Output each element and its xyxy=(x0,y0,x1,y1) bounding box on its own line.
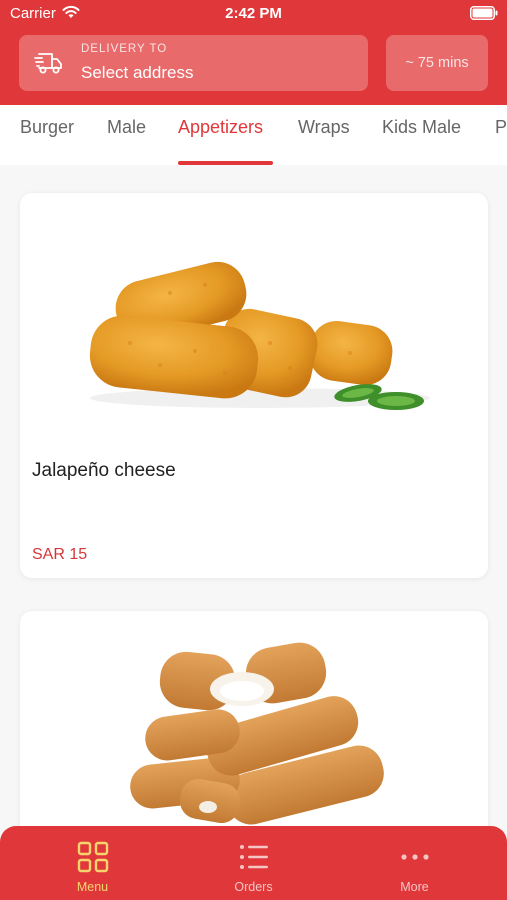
tab-kids-male[interactable]: Kids Male xyxy=(382,117,461,138)
nav-menu[interactable]: Menu xyxy=(8,826,177,900)
battery-icon xyxy=(470,6,498,20)
active-tab-indicator xyxy=(178,161,273,165)
product-name: Jalapeño cheese xyxy=(32,460,176,481)
product-card[interactable]: Jalapeño cheese SAR 15 xyxy=(20,193,488,578)
product-card[interactable] xyxy=(20,611,488,851)
nav-menu-label: Menu xyxy=(76,880,109,894)
tab-appetizers[interactable]: Appetizers xyxy=(178,117,263,138)
nav-more[interactable]: More xyxy=(330,826,499,900)
product-price: SAR 15 xyxy=(32,546,88,563)
more-dots-icon xyxy=(401,854,429,860)
delivery-caption: DELIVERY TO xyxy=(81,43,168,55)
eta-label: ~ 75 mins xyxy=(405,55,469,71)
grid-icon xyxy=(77,841,109,873)
address-value: Select address xyxy=(81,63,194,82)
nav-more-label: More xyxy=(400,880,429,894)
nav-orders[interactable]: Orders xyxy=(169,826,338,900)
tab-male[interactable]: Male xyxy=(107,117,146,138)
nav-orders-label: Orders xyxy=(234,880,273,894)
mozzarella-sticks-image xyxy=(130,642,384,825)
category-tabs: Burger Male Appetizers Wraps Kids Male P xyxy=(0,105,507,165)
tab-burger[interactable]: Burger xyxy=(20,117,74,138)
list-icon xyxy=(240,845,268,869)
truck-icon xyxy=(34,53,62,74)
delivery-address-selector[interactable]: DELIVERY TO Select address xyxy=(19,35,368,91)
status-bar: Carrier 2:42 PM xyxy=(0,0,507,28)
eta-button[interactable]: ~ 75 mins xyxy=(386,35,488,91)
tab-partial[interactable]: P xyxy=(495,117,507,138)
bottom-tab-bar: Menu Orders More xyxy=(0,826,507,900)
app-header: Carrier 2:42 PM DELIVERY TO Select addre… xyxy=(0,0,507,105)
tab-wraps[interactable]: Wraps xyxy=(298,117,350,138)
jalapeno-cheese-image xyxy=(89,261,430,410)
clock: 2:42 PM xyxy=(225,5,282,22)
